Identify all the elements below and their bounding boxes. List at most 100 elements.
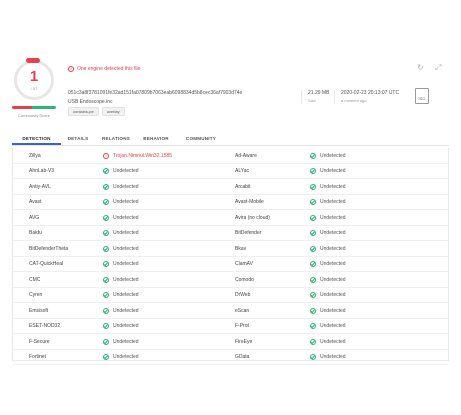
result-cell: Undetected	[103, 241, 139, 257]
engine-name: DrWeb	[235, 292, 251, 299]
check-icon	[310, 199, 316, 206]
result: Undetected	[310, 323, 346, 330]
result-cell: Undetected	[103, 257, 139, 273]
table-row: AhnLab-V3 Undetected ALYac Undetected	[13, 164, 448, 180]
refresh-icon[interactable]: ↻	[417, 64, 425, 72]
report-tabs: DETECTION DETAILS RELATIONS BEHAVIOR COM…	[12, 132, 449, 146]
detection-count: 1	[29, 68, 39, 85]
community-score-bar	[12, 106, 56, 109]
engine-name: Arcabit	[235, 183, 251, 190]
check-icon	[310, 276, 316, 283]
check-icon	[310, 168, 316, 175]
tab-behavior[interactable]: BEHAVIOR	[141, 132, 171, 145]
result-text: Trojan.Nimnul.Win32.1585	[113, 152, 173, 159]
result-text: Undetected	[320, 292, 346, 299]
result-text: Undetected	[320, 307, 346, 314]
engine-name: Cyren	[29, 292, 43, 299]
table-row: CAT-QuickHeal Undetected ClamAV Undetected	[13, 257, 448, 273]
result: Undetected	[310, 338, 346, 345]
result: ! Trojan.Nimnul.Win32.1585	[103, 152, 173, 159]
engine-name: FireEye	[235, 338, 253, 345]
result: Undetected	[103, 245, 139, 252]
result-cell: Undetected	[103, 350, 139, 366]
result-text: Undetected	[320, 230, 346, 237]
table-row: F-Secure Undetected FireEye Undetected	[13, 334, 448, 350]
last-analysis-block: 2020-02-23 20:13:07 UTC a moment ago	[334, 90, 399, 104]
result-text: Undetected	[113, 292, 139, 299]
expand-icon[interactable]: ⤢	[435, 64, 443, 72]
result-text: Undetected	[320, 338, 346, 345]
check-icon	[103, 230, 109, 237]
tab-community[interactable]: COMMUNITY	[183, 132, 219, 145]
result-cell: Undetected	[103, 164, 139, 180]
result-text: Undetected	[320, 323, 346, 330]
tab-detection[interactable]: DETECTION	[12, 132, 61, 145]
tag-chip[interactable]: contains-pe	[68, 107, 99, 116]
engine-name: GData	[235, 354, 250, 361]
score-arc	[26, 58, 40, 63]
detection-table: Zillya ! Trojan.Nimnul.Win32.1585 Ad-Aware U…	[12, 148, 449, 365]
check-icon	[103, 354, 109, 361]
file-size-label: Size	[308, 98, 316, 103]
engine-name: Baidu	[29, 230, 42, 237]
result: Undetected	[103, 230, 139, 237]
result: Undetected	[103, 307, 139, 314]
result: Undetected	[310, 292, 346, 299]
tab-details[interactable]: DETAILS	[65, 132, 91, 145]
check-icon	[103, 261, 109, 268]
result-text: Undetected	[320, 245, 346, 252]
result-cell: Undetected	[310, 334, 346, 350]
check-icon	[103, 183, 109, 190]
result: Undetected	[103, 199, 139, 206]
check-icon	[103, 168, 109, 175]
result: Undetected	[103, 292, 139, 299]
result-cell: Undetected	[103, 179, 139, 195]
result-text: Undetected	[113, 261, 139, 268]
analysis-relative-time: a moment ago	[341, 98, 367, 103]
file-name: USB Endoscope.inc	[68, 99, 113, 105]
check-icon	[310, 152, 316, 159]
engine-name: AVG	[29, 214, 40, 221]
result-text: Undetected	[320, 152, 346, 159]
result-text: Undetected	[113, 245, 139, 252]
tab-relations[interactable]: RELATIONS	[101, 132, 131, 145]
table-row: Fortinet Undetected GData Undetected	[13, 350, 448, 366]
file-hash[interactable]: 051c3a8f3781091fe32ad151fa07809b7063eab6…	[68, 90, 242, 96]
check-icon	[103, 323, 109, 330]
result-text: Undetected	[113, 276, 139, 283]
result: Undetected	[103, 183, 139, 190]
engine-name: Ad-Aware	[235, 152, 257, 159]
table-row: Zillya ! Trojan.Nimnul.Win32.1585 Ad-Aware U…	[13, 148, 448, 164]
file-size: 21.29 MB	[308, 90, 330, 96]
engine-name: Emsisoft	[29, 307, 49, 314]
result-cell: Undetected	[310, 226, 346, 242]
result-cell: Undetected	[310, 148, 346, 164]
result-text: Undetected	[113, 199, 139, 206]
engine-name: Avast-Mobile	[235, 199, 264, 206]
engine-name: Avira (no cloud)	[235, 214, 270, 221]
result-text: Undetected	[113, 168, 139, 175]
engine-name: BitDefenderTheta	[29, 245, 69, 252]
engine-total: / 57	[30, 86, 38, 91]
check-icon	[310, 338, 316, 345]
check-icon	[310, 307, 316, 314]
result-cell: Undetected	[310, 241, 346, 257]
tag-chip[interactable]: overlay	[101, 107, 125, 116]
result-text: Undetected	[113, 183, 139, 190]
result: Undetected	[103, 338, 139, 345]
result: Undetected	[310, 354, 346, 361]
result-text: Undetected	[113, 307, 139, 314]
result: Undetected	[103, 168, 139, 175]
result-text: Undetected	[320, 168, 346, 175]
result-cell: Undetected	[310, 350, 346, 366]
result-text: Undetected	[113, 214, 139, 221]
engine-name: Zillya	[29, 152, 41, 159]
table-row: BitDefenderTheta Undetected Bkav Undetected	[13, 241, 448, 257]
file-size-block: 21.29 MB Size	[301, 90, 329, 104]
result-cell: Undetected	[103, 195, 139, 211]
result-cell: Undetected	[103, 303, 139, 319]
check-icon	[310, 261, 316, 268]
result-cell: Undetected	[310, 210, 346, 226]
result: Undetected	[310, 199, 346, 206]
table-row: CMC Undetected Comodo Undetected	[13, 272, 448, 288]
